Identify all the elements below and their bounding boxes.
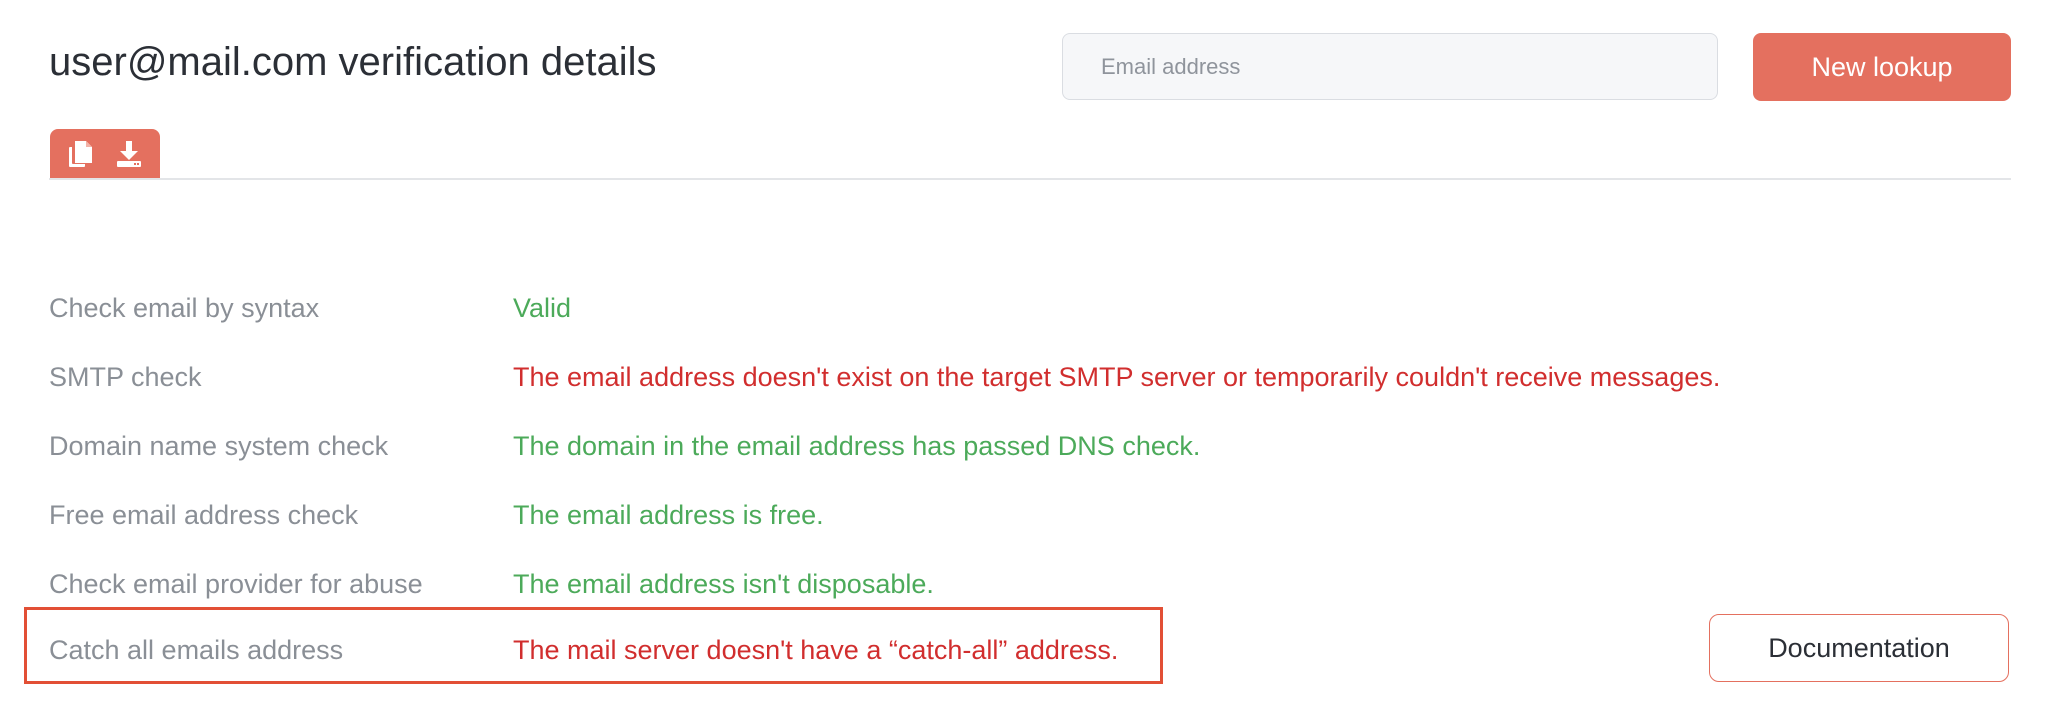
result-row-abuse: Check email provider for abuse The email… — [49, 564, 934, 604]
copy-icon[interactable] — [65, 138, 97, 170]
email-search-input[interactable] — [1062, 33, 1718, 100]
result-row-dns: Domain name system check The domain in t… — [49, 426, 1200, 466]
result-value: Valid — [513, 292, 572, 323]
new-lookup-button[interactable]: New lookup — [1753, 33, 2011, 101]
verification-page: user@mail.com verification details New l… — [0, 0, 2048, 727]
result-label: Check email by syntax — [49, 292, 320, 323]
download-icon[interactable] — [113, 138, 145, 170]
result-row-syntax: Check email by syntax Valid — [49, 288, 571, 328]
result-value: The email address doesn't exist on the t… — [513, 361, 1721, 392]
documentation-button[interactable]: Documentation — [1709, 614, 2009, 682]
page-title: user@mail.com verification details — [49, 40, 657, 84]
result-label: Free email address check — [49, 499, 359, 530]
result-label: Check email provider for abuse — [49, 568, 423, 599]
header-divider — [49, 178, 2011, 180]
highlight-box — [24, 607, 1163, 684]
result-value: The domain in the email address has pass… — [513, 430, 1201, 461]
result-value: The email address isn't disposable. — [513, 568, 934, 599]
result-row-smtp: SMTP check The email address doesn't exi… — [49, 357, 1720, 397]
result-label: Domain name system check — [49, 430, 389, 461]
result-label: SMTP check — [49, 361, 202, 392]
export-toolbar — [50, 129, 160, 178]
result-value: The email address is free. — [513, 499, 824, 530]
result-row-free: Free email address check The email addre… — [49, 495, 824, 535]
